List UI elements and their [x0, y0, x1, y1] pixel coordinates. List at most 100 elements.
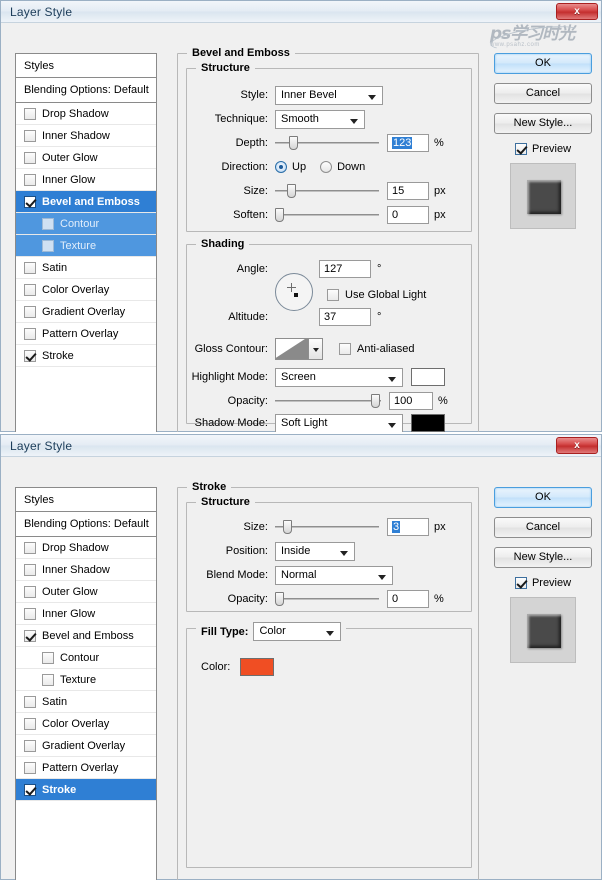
depth-slider-knob[interactable] [289, 136, 298, 150]
style-list-item-gradient-overlay[interactable]: Gradient Overlay [16, 301, 156, 323]
style-dropdown[interactable]: Inner Bevel [275, 85, 383, 105]
stroke-size-knob[interactable] [283, 520, 292, 534]
angle-dial[interactable] [275, 273, 313, 311]
gloss-contour-swatch[interactable] [275, 338, 309, 360]
style-enable-checkbox[interactable] [24, 129, 36, 142]
style-enable-checkbox[interactable] [24, 541, 36, 554]
size-slider-1[interactable] [275, 183, 379, 199]
style-list-item-gradient-overlay[interactable]: Gradient Overlay [16, 735, 156, 757]
close-icon[interactable]: x [556, 3, 598, 20]
shadow-color-swatch[interactable] [411, 414, 445, 432]
ok-button[interactable]: OK [494, 487, 592, 508]
style-enable-checkbox[interactable] [24, 305, 36, 318]
blending-options-item[interactable]: Blending Options: Default [16, 78, 156, 103]
style-enable-checkbox[interactable] [24, 629, 36, 642]
soften-slider-knob[interactable] [275, 208, 284, 222]
highlight-opacity-slider[interactable] [275, 393, 381, 409]
position-dropdown[interactable]: Inside [275, 541, 355, 561]
fill-type-dropdown[interactable]: Color [253, 622, 342, 641]
new-style-button[interactable]: New Style... [494, 547, 592, 568]
style-enable-checkbox[interactable] [42, 239, 54, 252]
direction-down-radio[interactable] [320, 161, 333, 173]
stroke-size-slider[interactable] [275, 519, 379, 535]
cancel-button[interactable]: Cancel [494, 517, 592, 538]
blending-options-item[interactable]: Blending Options: Default [16, 512, 156, 537]
style-list-item-stroke[interactable]: Stroke [16, 345, 156, 367]
style-list-item-inner-glow[interactable]: Inner Glow [16, 603, 156, 625]
ok-button[interactable]: OK [494, 53, 592, 74]
stroke-color-swatch[interactable] [240, 658, 275, 676]
style-list-item-color-overlay[interactable]: Color Overlay [16, 713, 156, 735]
style-enable-checkbox[interactable] [24, 107, 36, 120]
technique-dropdown[interactable]: Smooth [275, 109, 365, 129]
preview-checkbox[interactable] [514, 577, 527, 589]
style-enable-checkbox[interactable] [24, 585, 36, 598]
style-list-item-contour[interactable]: Contour [16, 647, 156, 669]
close-icon[interactable]: x [556, 437, 598, 454]
dialog1-titlebar[interactable]: Layer Style x [1, 1, 601, 23]
stroke-opacity-input[interactable]: 0 [387, 590, 429, 608]
anti-aliased-checkbox[interactable] [339, 343, 351, 355]
style-enable-checkbox[interactable] [24, 283, 36, 296]
style-list-item-bevel-and-emboss[interactable]: Bevel and Emboss [16, 625, 156, 647]
shadow-mode-dropdown[interactable]: Soft Light [275, 413, 403, 433]
stroke-size-input[interactable]: 3 [387, 518, 429, 536]
style-list-item-stroke[interactable]: Stroke [16, 779, 156, 801]
highlight-mode-dropdown[interactable]: Screen [275, 367, 403, 387]
soften-slider[interactable] [275, 207, 379, 223]
use-global-light-checkbox[interactable] [327, 289, 339, 301]
style-enable-checkbox[interactable] [24, 327, 36, 340]
style-enable-checkbox[interactable] [24, 195, 36, 208]
highlight-opacity-input[interactable]: 100 [389, 392, 433, 410]
stroke-opacity-slider[interactable] [275, 591, 379, 607]
altitude-input[interactable]: 37 [319, 308, 371, 326]
styles-list-2[interactable]: Styles Blending Options: Default Drop Sh… [15, 487, 157, 880]
style-list-item-drop-shadow[interactable]: Drop Shadow [16, 103, 156, 125]
style-enable-checkbox[interactable] [42, 651, 54, 664]
new-style-button[interactable]: New Style... [494, 113, 592, 134]
depth-slider[interactable] [275, 135, 379, 151]
style-list-item-color-overlay[interactable]: Color Overlay [16, 279, 156, 301]
blend-mode-dropdown[interactable]: Normal [275, 565, 393, 585]
style-enable-checkbox[interactable] [42, 673, 54, 686]
style-list-item-inner-shadow[interactable]: Inner Shadow [16, 559, 156, 581]
style-enable-checkbox[interactable] [24, 151, 36, 164]
preview-row[interactable]: Preview [494, 577, 592, 589]
style-enable-checkbox[interactable] [24, 717, 36, 730]
preview-checkbox[interactable] [514, 143, 527, 155]
style-list-item-inner-glow[interactable]: Inner Glow [16, 169, 156, 191]
style-list-item-bevel-and-emboss[interactable]: Bevel and Emboss [16, 191, 156, 213]
preview-row[interactable]: Preview [494, 143, 592, 155]
style-list-item-satin[interactable]: Satin [16, 257, 156, 279]
style-list-item-pattern-overlay[interactable]: Pattern Overlay [16, 757, 156, 779]
style-enable-checkbox[interactable] [24, 261, 36, 274]
style-list-item-texture[interactable]: Texture [16, 235, 156, 257]
style-enable-checkbox[interactable] [24, 173, 36, 186]
style-enable-checkbox[interactable] [24, 695, 36, 708]
style-list-item-inner-shadow[interactable]: Inner Shadow [16, 125, 156, 147]
highlight-opacity-knob[interactable] [371, 394, 380, 408]
style-list-item-contour[interactable]: Contour [16, 213, 156, 235]
style-list-item-outer-glow[interactable]: Outer Glow [16, 147, 156, 169]
angle-dial-handle[interactable] [294, 293, 298, 297]
stroke-opacity-knob[interactable] [275, 592, 284, 606]
style-list-item-outer-glow[interactable]: Outer Glow [16, 581, 156, 603]
cancel-button[interactable]: Cancel [494, 83, 592, 104]
style-enable-checkbox[interactable] [24, 349, 36, 362]
dialog2-titlebar[interactable]: Layer Style x [1, 435, 601, 457]
size-slider-knob-1[interactable] [287, 184, 296, 198]
depth-input[interactable]: 123 [387, 134, 429, 152]
styles-list-1[interactable]: Styles Blending Options: Default Drop Sh… [15, 53, 157, 443]
style-list-item-drop-shadow[interactable]: Drop Shadow [16, 537, 156, 559]
direction-up-radio[interactable] [275, 161, 287, 173]
style-enable-checkbox[interactable] [24, 607, 36, 620]
highlight-color-swatch[interactable] [411, 368, 445, 386]
soften-input[interactable]: 0 [387, 206, 429, 224]
gloss-contour-dropdown-arrow-icon[interactable] [309, 338, 323, 360]
style-list-item-pattern-overlay[interactable]: Pattern Overlay [16, 323, 156, 345]
style-enable-checkbox[interactable] [24, 739, 36, 752]
size-input-1[interactable]: 15 [387, 182, 429, 200]
style-list-item-texture[interactable]: Texture [16, 669, 156, 691]
style-enable-checkbox[interactable] [24, 563, 36, 576]
style-enable-checkbox[interactable] [24, 783, 36, 796]
